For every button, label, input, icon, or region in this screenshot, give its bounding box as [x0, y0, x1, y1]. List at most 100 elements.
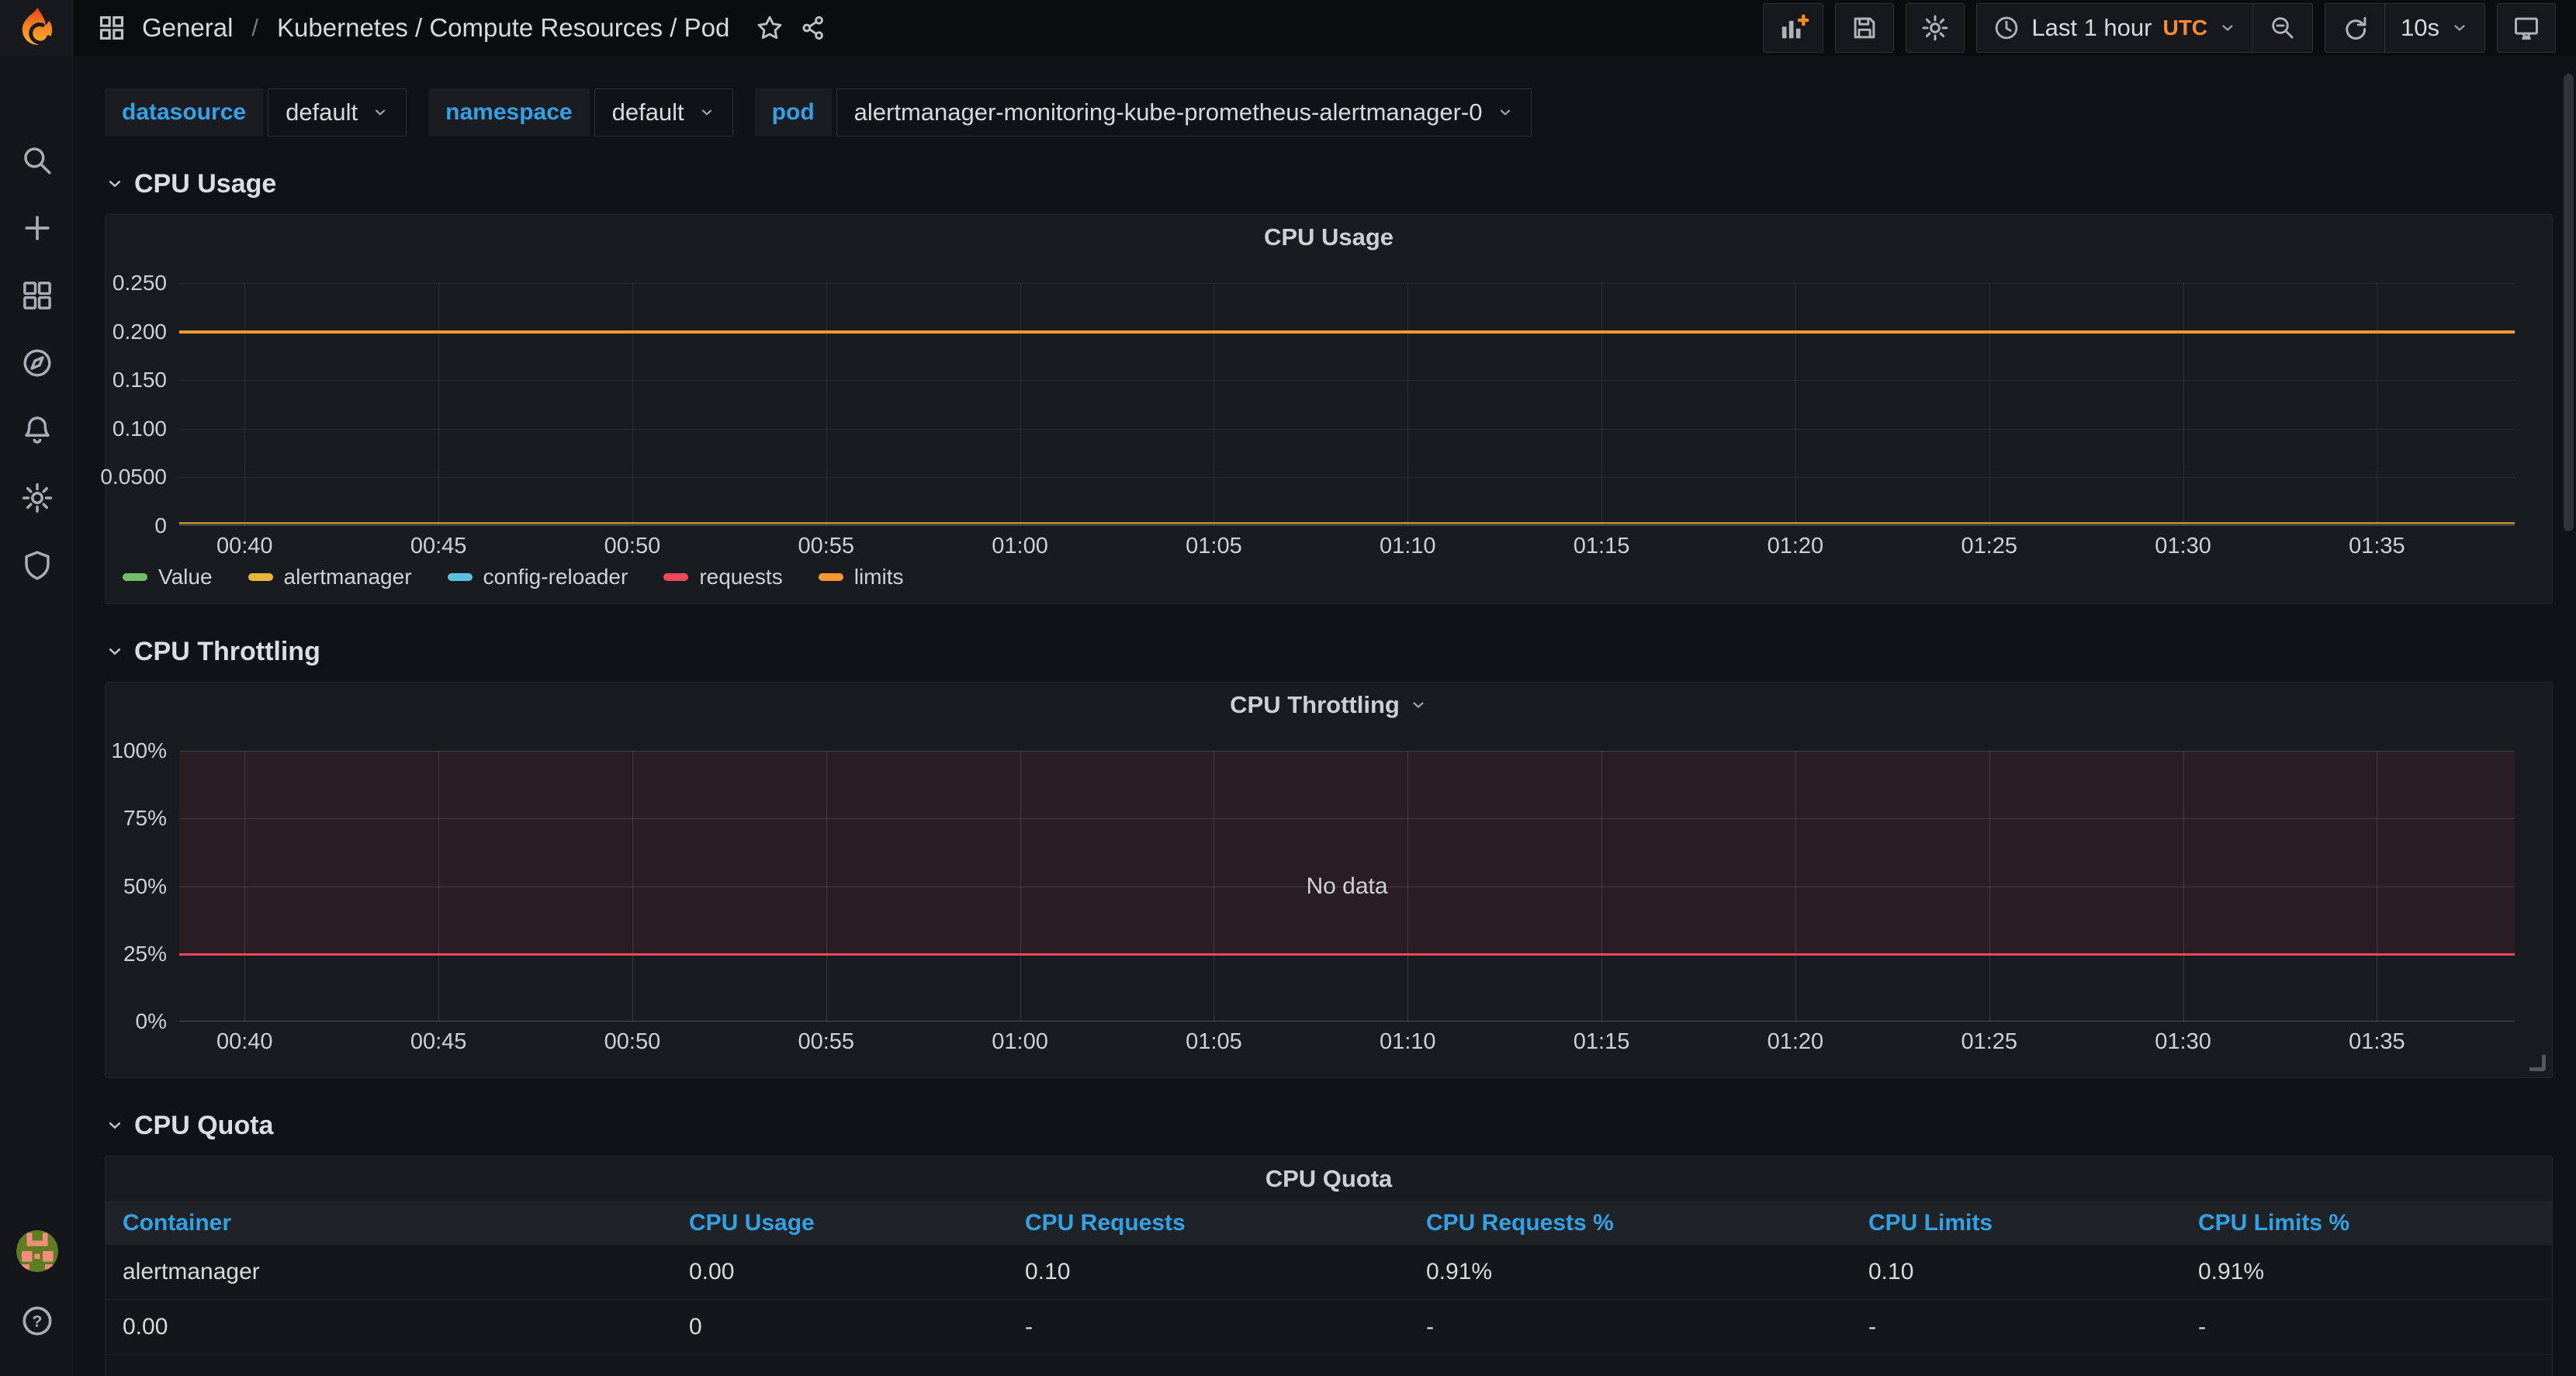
- x-tick-label: 01:30: [2155, 534, 2211, 558]
- server-admin-shield-icon[interactable]: [19, 548, 55, 583]
- table-cell: alertmanager: [106, 1245, 672, 1300]
- cpu-usage-chart: 0.250 0.200 0.150 0.100 0.0500 0 00:40 00:45 00…: [100, 260, 2552, 603]
- top-navigation-bar: General / Kubernetes / Compute Resources…: [74, 0, 2576, 56]
- variable-selected-value: default: [611, 99, 684, 126]
- x-tick-label: 00:50: [604, 1029, 661, 1054]
- user-avatar[interactable]: [16, 1230, 58, 1272]
- table-header-cell[interactable]: CPU Requests: [1008, 1201, 1409, 1245]
- refresh-button[interactable]: [2325, 4, 2384, 52]
- search-icon[interactable]: [19, 143, 55, 178]
- variable-value-namespace[interactable]: default: [594, 88, 733, 137]
- vertical-gridline: [1795, 283, 1796, 526]
- table-header-cell[interactable]: CPU Limits: [1851, 1201, 2181, 1245]
- table-cell: 0.91%: [1409, 1245, 1851, 1300]
- panel-cpu-usage: CPU Usage 0.250 0.200 0.150 0.100 0.0500 0 00…: [100, 214, 2553, 604]
- breadcrumb-folder[interactable]: General: [142, 13, 233, 43]
- x-tick-label: 01:35: [2349, 1029, 2405, 1054]
- variable-value-pod[interactable]: alertmanager-monitoring-kube-prometheus-…: [836, 88, 1532, 137]
- horizontal-gridline: [179, 380, 2515, 382]
- legend: Value alertmanager config-reloader requests…: [106, 562, 2515, 603]
- x-tick-label: 01:20: [1767, 1029, 1824, 1054]
- x-tick-label: 00:55: [798, 534, 855, 558]
- plot-area[interactable]: [179, 283, 2515, 526]
- dashboard-settings-button[interactable]: [1906, 3, 1965, 53]
- row-toggle-cpu-usage[interactable]: CPU Usage: [105, 164, 2553, 203]
- zoom-out-button[interactable]: [2252, 4, 2312, 52]
- refresh-group: 10s: [2325, 3, 2485, 53]
- share-icon[interactable]: [799, 14, 827, 42]
- table-cell: 0.10: [1851, 1245, 2181, 1300]
- help-icon[interactable]: ?: [19, 1303, 55, 1339]
- sidebar: ?: [0, 0, 74, 1376]
- x-tick-label: 01:10: [1379, 534, 1436, 558]
- create-plus-icon[interactable]: [19, 210, 55, 246]
- settings-gear-icon[interactable]: [19, 480, 55, 516]
- explore-compass-icon[interactable]: [19, 345, 55, 381]
- row-toggle-cpu-quota[interactable]: CPU Quota: [105, 1106, 2553, 1145]
- x-tick-label: 01:00: [992, 534, 1048, 558]
- variable-label-pod: pod: [754, 88, 832, 137]
- chevron-down-icon: [2450, 19, 2469, 37]
- legend-label: config-reloader: [483, 565, 628, 589]
- table-header-cell[interactable]: CPU Requests %: [1409, 1201, 1851, 1245]
- time-range-picker[interactable]: Last 1 hour UTC: [1977, 4, 2252, 52]
- dashboard-grid-icon[interactable]: [97, 13, 126, 43]
- refresh-interval-value: 10s: [2401, 14, 2439, 41]
- refresh-interval-dropdown[interactable]: 10s: [2384, 4, 2484, 52]
- breadcrumb-dashboard-title[interactable]: Kubernetes / Compute Resources / Pod: [277, 13, 729, 43]
- breadcrumb: General / Kubernetes / Compute Resources…: [97, 13, 827, 43]
- x-tick-label: 00:40: [216, 1029, 273, 1054]
- table-header-cell[interactable]: CPU Limits %: [2181, 1201, 2552, 1245]
- legend-item[interactable]: config-reloader: [447, 565, 628, 589]
- y-tick-label: 0.250: [112, 271, 167, 295]
- row-toggle-cpu-throttling[interactable]: CPU Throttling: [105, 632, 2553, 671]
- legend-label: requests: [699, 565, 783, 589]
- add-panel-button[interactable]: [1763, 3, 1824, 53]
- table-header-cell[interactable]: Container: [106, 1201, 672, 1245]
- panel-title-cpu-usage[interactable]: CPU Usage: [106, 215, 2552, 260]
- x-tick-label: 00:45: [410, 534, 467, 558]
- x-tick-label: 01:35: [2349, 534, 2405, 558]
- y-tick-label: 0%: [135, 1009, 167, 1033]
- table-row: alertmanager 0.00 0.10 0.91% 0.10 0.91%: [106, 1245, 2552, 1300]
- vertical-gridline: [244, 283, 246, 526]
- panel-resize-handle[interactable]: [2529, 1055, 2546, 1071]
- legend-item[interactable]: Value: [123, 565, 213, 589]
- legend-item[interactable]: limits: [818, 565, 903, 589]
- legend-swatch: [248, 573, 273, 581]
- table-cell: 0.00: [672, 1245, 1008, 1300]
- plot-area[interactable]: No data: [179, 751, 2515, 1022]
- series-line-limits: [179, 330, 2515, 334]
- vertical-gridline: [1601, 283, 1603, 526]
- panel-title-cpu-quota[interactable]: CPU Quota: [106, 1156, 2552, 1201]
- vertical-gridline: [1407, 283, 1409, 526]
- table-cell: 0: [672, 1300, 1008, 1355]
- legend-item[interactable]: requests: [663, 565, 783, 589]
- table-body: alertmanager 0.00 0.10 0.91% 0.10 0.91% 0.00 0-…: [106, 1245, 2552, 1355]
- chevron-down-icon: [105, 1115, 125, 1136]
- x-tick-label: 01:20: [1767, 534, 1824, 558]
- panel-title-cpu-throttling[interactable]: CPU Throttling: [106, 683, 2552, 728]
- chevron-down-icon: [698, 104, 715, 121]
- panel-title-text: CPU Quota: [1265, 1165, 1393, 1192]
- x-tick-label: 01:00: [992, 1029, 1048, 1054]
- panel-title-text: CPU Usage: [1263, 223, 1394, 251]
- horizontal-gridline: [179, 428, 2515, 430]
- grafana-logo[interactable]: [0, 0, 74, 56]
- dashboards-icon[interactable]: [19, 278, 55, 313]
- save-dashboard-button[interactable]: [1835, 3, 1895, 53]
- x-tick-label: 01:15: [1573, 1029, 1630, 1054]
- x-axis: 00:40 00:45 00:50 00:55 01:00 01:05 01:10 01:15…: [179, 1022, 2515, 1057]
- x-tick-label: 00:55: [798, 1029, 855, 1054]
- table-header-cell[interactable]: CPU Usage: [672, 1201, 1008, 1245]
- vertical-scrollbar-thumb[interactable]: [2564, 74, 2574, 531]
- variable-selected-value: alertmanager-monitoring-kube-prometheus-…: [853, 99, 1483, 126]
- y-tick-label: 0.150: [112, 368, 167, 392]
- variable-value-datasource[interactable]: default: [268, 88, 407, 137]
- horizontal-gridline: [179, 818, 2515, 820]
- alerting-bell-icon[interactable]: [19, 413, 55, 448]
- kiosk-mode-button[interactable]: [2497, 3, 2556, 53]
- legend-item[interactable]: alertmanager: [248, 565, 412, 589]
- table-row: 0.00 0- - - -: [106, 1300, 2552, 1355]
- star-icon[interactable]: [756, 14, 784, 42]
